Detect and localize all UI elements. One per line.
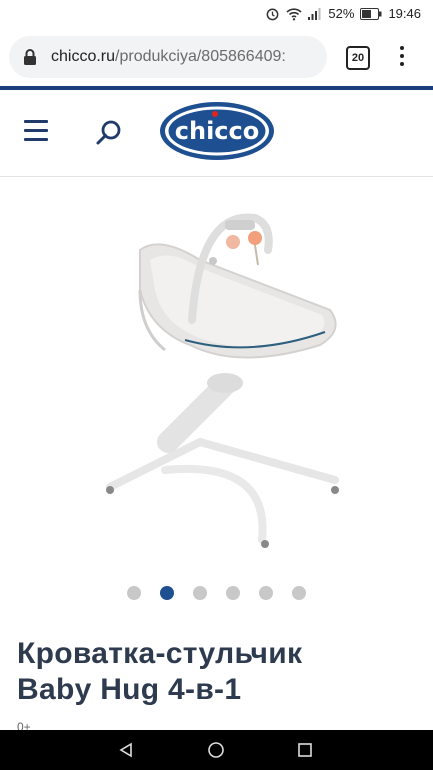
hamburger-icon[interactable] <box>24 120 48 142</box>
signal-icon <box>308 7 321 20</box>
url-domain: chicco.ru <box>51 48 116 65</box>
android-nav-bar <box>0 730 433 770</box>
gallery-dot-5[interactable] <box>259 586 273 600</box>
product-image[interactable] <box>0 180 433 570</box>
gallery-pagination <box>0 585 433 601</box>
back-icon[interactable] <box>118 742 134 758</box>
battery-percent: 52% <box>328 6 355 21</box>
tab-switcher-button[interactable]: 20 <box>346 46 370 70</box>
status-bar: 52% 19:46 <box>0 0 433 28</box>
product-title-line-2: Baby Hug 4-в-1 <box>17 673 242 706</box>
product-title: Кроватка-стульчик Baby Hug 4-в-1 <box>17 636 417 708</box>
status-right: 52% 19:46 <box>265 6 421 21</box>
gallery-dot-4[interactable] <box>226 586 240 600</box>
lock-icon <box>24 49 36 65</box>
svg-text:chicco: chicco <box>175 117 259 145</box>
gallery-dot-1[interactable] <box>127 586 141 600</box>
gallery-dot-2[interactable] <box>160 586 174 600</box>
browser-toolbar: chicco.ru/produkciya/805866409: 20 <box>0 28 433 86</box>
recents-icon[interactable] <box>297 742 313 758</box>
product-title-line-1: Кроватка-стульчик <box>17 637 303 670</box>
chicco-logo[interactable]: chicco <box>158 100 276 162</box>
search-icon[interactable] <box>94 118 124 148</box>
battery-icon <box>360 7 382 20</box>
gallery-dot-6[interactable] <box>292 586 306 600</box>
alarm-icon <box>267 8 279 21</box>
wifi-icon <box>286 7 302 20</box>
kebab-menu-icon[interactable] <box>397 44 407 70</box>
site-header: chicco <box>0 90 433 177</box>
address-bar[interactable]: chicco.ru/produkciya/805866409: <box>9 36 327 78</box>
gallery-dot-3[interactable] <box>193 586 207 600</box>
home-icon[interactable] <box>207 741 225 759</box>
clock: 19:46 <box>388 6 421 21</box>
url-path: /produkciya/805866409: <box>115 48 286 65</box>
url-text[interactable]: chicco.ru/produkciya/805866409: <box>51 48 321 66</box>
